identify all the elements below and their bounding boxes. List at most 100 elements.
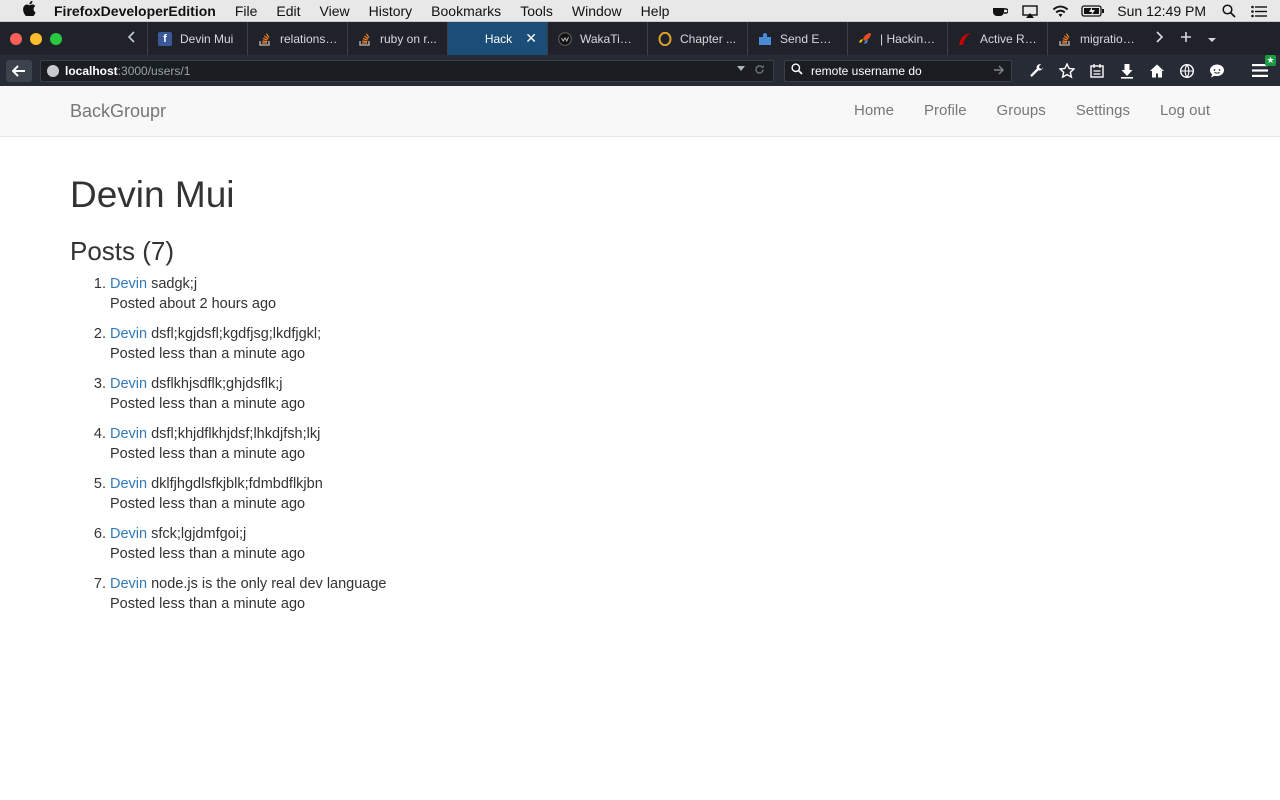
- nav-groups-link[interactable]: Groups: [997, 102, 1046, 119]
- spotlight-search-icon[interactable]: [1220, 4, 1238, 18]
- nav-logout-link[interactable]: Log out: [1160, 102, 1210, 119]
- tab-hacking[interactable]: | Hacking...: [847, 22, 947, 55]
- scroll-tabs-right-icon[interactable]: [1147, 30, 1173, 47]
- url-host: localhost: [65, 63, 118, 78]
- notification-center-icon[interactable]: [1250, 4, 1268, 18]
- new-tab-icon[interactable]: [1173, 30, 1199, 47]
- developer-tools-wrench-icon[interactable]: [1022, 63, 1052, 79]
- menu-tools[interactable]: Tools: [520, 3, 553, 19]
- post-author-link[interactable]: Devin: [110, 476, 147, 492]
- facebook-icon: f: [158, 31, 172, 46]
- post-timestamp: Posted less than a minute ago: [110, 346, 306, 362]
- menu-view[interactable]: View: [320, 3, 350, 19]
- tab-relationship[interactable]: relationsh...: [247, 22, 347, 55]
- window-controls: [10, 32, 115, 45]
- home-icon[interactable]: [1142, 63, 1172, 79]
- wifi-icon[interactable]: [1051, 4, 1069, 18]
- post-author-link[interactable]: Devin: [110, 326, 147, 342]
- posts-heading: Posts (7): [70, 236, 175, 266]
- menu-edit[interactable]: Edit: [276, 3, 300, 19]
- tab-label: Send Em...: [780, 31, 839, 46]
- downloads-icon[interactable]: [1112, 63, 1142, 79]
- post-timestamp: Posted less than a minute ago: [110, 596, 306, 612]
- menu-app-name[interactable]: FirefoxDeveloperEdition: [54, 3, 216, 19]
- page-title: Devin Mui: [70, 174, 235, 215]
- tab-chapter[interactable]: Chapter ...: [647, 22, 747, 55]
- post-author-link[interactable]: Devin: [110, 276, 147, 292]
- tab-label: Devin Mui: [180, 31, 234, 46]
- posts-list: Devin sadgk;j Posted about 2 hours ago De…: [110, 274, 1210, 614]
- tab-label: relationsh...: [280, 31, 339, 46]
- menu-bookmarks[interactable]: Bookmarks: [431, 3, 501, 19]
- tab-label: WakaTim...: [580, 31, 639, 46]
- post-timestamp: Posted less than a minute ago: [110, 496, 306, 512]
- hello-chat-icon[interactable]: [1202, 63, 1232, 79]
- tab-active-record[interactable]: Active Re...: [947, 22, 1047, 55]
- main-content: Devin Mui Posts (7) Devin sadgk;j Posted …: [70, 137, 1210, 624]
- close-tab-icon[interactable]: ✕: [525, 30, 537, 47]
- update-star-badge-icon: ★: [1265, 55, 1276, 66]
- menu-window[interactable]: Window: [572, 3, 622, 19]
- post-timestamp: Posted about 2 hours ago: [110, 296, 277, 312]
- search-input[interactable]: remote username do: [811, 64, 922, 78]
- scroll-tabs-left-icon[interactable]: [115, 30, 147, 47]
- zoom-window-button[interactable]: [50, 32, 62, 45]
- nav-profile-link[interactable]: Profile: [924, 102, 967, 119]
- webide-icon[interactable]: [1172, 63, 1202, 79]
- search-bar[interactable]: remote username do: [784, 59, 1012, 82]
- tab-label: migration...: [1080, 31, 1139, 46]
- list-all-tabs-icon[interactable]: [1199, 30, 1225, 47]
- site-identity-icon[interactable]: [47, 64, 59, 77]
- opera-icon: [658, 31, 672, 46]
- close-window-button[interactable]: [10, 32, 22, 45]
- search-icon: [791, 63, 803, 78]
- menu-file[interactable]: File: [235, 3, 258, 19]
- list-item: Devin dklfjhgdlsfkjblk;fdmbdflkjbn Posted…: [110, 474, 1210, 514]
- tab-label: Active Re...: [980, 31, 1039, 46]
- list-item: Devin dsfl;khjdflkhjdsf;lhkdjfsh;lkj Post…: [110, 424, 1210, 464]
- brand-link[interactable]: BackGroupr: [70, 101, 166, 122]
- post-author-link[interactable]: Devin: [110, 526, 147, 542]
- airplay-icon[interactable]: [1021, 4, 1039, 18]
- site-nav-links: Home Profile Groups Settings Log out: [824, 102, 1210, 119]
- list-item: Devin sfck;lgjdmfgoi;j Posted less than a…: [110, 524, 1210, 564]
- menu-help[interactable]: Help: [641, 3, 670, 19]
- rails-icon: [958, 32, 972, 46]
- battery-icon[interactable]: [1081, 4, 1105, 18]
- tab-label: Hack: [484, 31, 513, 46]
- history-dropdown-icon[interactable]: [736, 64, 746, 78]
- url-bar[interactable]: localhost:3000/users/1: [40, 59, 774, 82]
- reload-icon[interactable]: [754, 64, 765, 78]
- tab-migration[interactable]: migration...: [1047, 22, 1147, 55]
- list-item: Devin node.js is the only real dev langu…: [110, 574, 1210, 614]
- tab-hack-active[interactable]: Hack ✕: [447, 22, 547, 55]
- tab-devin-mui[interactable]: f Devin Mui: [147, 22, 247, 55]
- minimize-window-button[interactable]: [30, 32, 42, 45]
- post-content: sfck;lgjdmfgoi;j: [151, 526, 247, 542]
- menu-history[interactable]: History: [369, 3, 413, 19]
- site-navbar: BackGroupr Home Profile Groups Settings …: [0, 86, 1280, 137]
- tab-wakatime[interactable]: WakaTim...: [547, 22, 647, 55]
- back-button[interactable]: [6, 59, 32, 82]
- post-author-link[interactable]: Devin: [110, 426, 147, 442]
- toolbar-icons: [1022, 62, 1232, 79]
- search-go-icon[interactable]: [993, 64, 1005, 78]
- bookmark-star-icon[interactable]: [1052, 62, 1082, 79]
- nav-home-link[interactable]: Home: [854, 102, 894, 119]
- reading-list-icon[interactable]: [1082, 63, 1112, 79]
- tab-label: ruby on r...: [380, 31, 437, 46]
- post-author-link[interactable]: Devin: [110, 576, 147, 592]
- open-menu-button[interactable]: ★: [1248, 55, 1276, 81]
- menu-clock[interactable]: Sun 12:49 PM: [1117, 3, 1206, 19]
- nav-settings-link[interactable]: Settings: [1076, 102, 1130, 119]
- tab-label: | Hacking...: [880, 31, 939, 46]
- status-area: Sun 12:49 PM: [991, 0, 1280, 22]
- tab-ruby-on-rails[interactable]: ruby on r...: [347, 22, 447, 55]
- post-author-link[interactable]: Devin: [110, 376, 147, 392]
- post-content: dklfjhgdlsfkjblk;fdmbdflkjbn: [151, 476, 323, 492]
- apple-icon[interactable]: [18, 0, 40, 20]
- coffee-cup-icon[interactable]: [991, 4, 1009, 18]
- post-content: dsfl;kgjdsfl;kgdfjsg;lkdfjgkl;: [151, 326, 322, 342]
- tab-send-email[interactable]: Send Em...: [747, 22, 847, 55]
- post-content: dsfl;khjdflkhjdsf;lhkdjfsh;lkj: [151, 426, 321, 442]
